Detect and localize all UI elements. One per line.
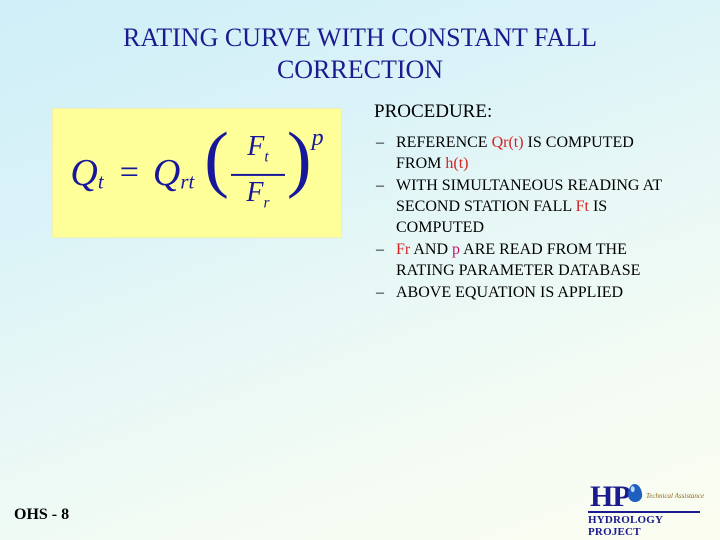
list-dash: – (376, 241, 384, 258)
item-highlight-2: p (452, 241, 461, 258)
paren-close: ) (286, 117, 312, 200)
logo-mark-text: HP (590, 480, 631, 513)
list-dash: – (376, 284, 384, 301)
item-highlight-1: Fr (396, 241, 411, 258)
item-text-plain-1: WITH SIMULTANEOUS READING AT SECOND STAT… (396, 177, 662, 215)
item-text-plain-1: REFERENCE (396, 134, 492, 151)
equals-sign: = (119, 154, 139, 191)
item-highlight-1: Qr(t) (491, 134, 524, 151)
parenthesized-ratio: ( Ft Fr ) p (204, 117, 324, 218)
equation-qrt: Qrt (152, 151, 195, 194)
list-item: – WITH SIMULTANEOUS READING AT SECOND ST… (370, 175, 680, 238)
item-text-plain-1: ABOVE EQUATION IS APPLIED (396, 284, 624, 301)
list-item: – REFERENCE Qr(t) IS COMPUTED FROM h(t) (370, 132, 680, 174)
title-line-2: CORRECTION (276, 55, 444, 84)
fraction-bar (230, 173, 285, 176)
procedure-list: – REFERENCE Qr(t) IS COMPUTED FROM h(t) … (370, 132, 680, 303)
hydrology-project-logo: HP Technical Assistance HYDROLOGY PROJEC… (584, 480, 705, 538)
water-drop-icon (627, 483, 643, 503)
exponent-p: p (311, 124, 324, 151)
item-highlight-1: Ft (575, 198, 589, 215)
item-highlight-2: h(t) (445, 155, 469, 172)
slide-number: OHS - 8 (14, 506, 70, 523)
logo-subtitle: HYDROLOGY PROJECT (588, 514, 663, 538)
slide: RATING CURVE WITH CONSTANT FALL CORRECTI… (0, 0, 720, 540)
formula-box: Qt = Qrt ( Ft Fr ) p (52, 108, 342, 238)
fall-ratio-fraction: Ft Fr (230, 128, 285, 218)
list-item: – Fr AND p ARE READ FROM THE RATING PARA… (370, 239, 680, 281)
list-dash: – (376, 134, 384, 151)
list-item: – ABOVE EQUATION IS APPLIED (370, 282, 680, 303)
procedure-heading: PROCEDURE: (374, 101, 493, 122)
page-title: RATING CURVE WITH CONSTANT FALL CORRECTI… (40, 22, 680, 86)
logo-tagline: Technical Assistance (646, 492, 705, 500)
fraction-denominator: Fr (246, 176, 270, 212)
paren-open: ( (204, 117, 229, 200)
equation-lhs: Qt (70, 151, 104, 194)
logo-divider (588, 511, 700, 513)
title-line-1: RATING CURVE WITH CONSTANT FALL (123, 23, 597, 52)
procedure-section: PROCEDURE: – REFERENCE Qr(t) IS COMPUTED… (370, 100, 680, 304)
list-dash: – (376, 177, 384, 194)
rating-curve-equation: Qt = Qrt ( Ft Fr ) p (53, 109, 341, 237)
item-text-plain-2: AND (410, 241, 453, 258)
fraction-numerator: Ft (247, 130, 269, 166)
